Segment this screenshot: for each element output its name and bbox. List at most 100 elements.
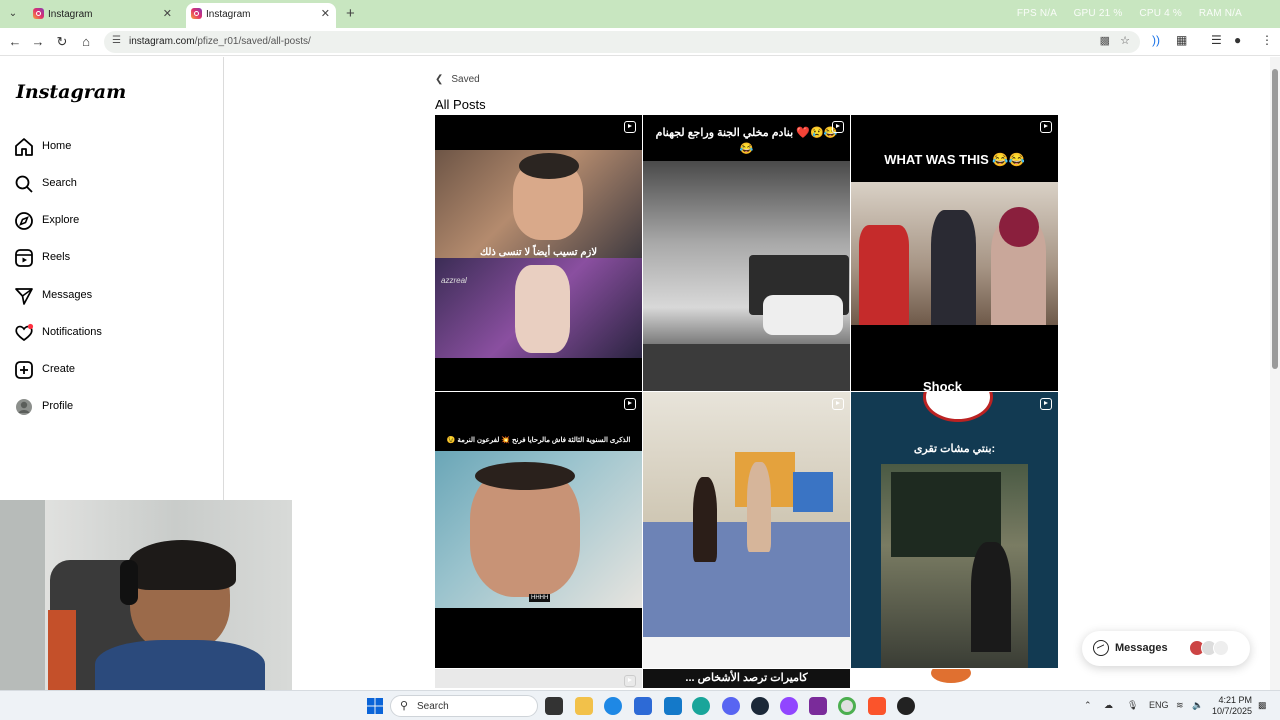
home-icon	[15, 138, 33, 156]
messages-label: Messages	[1115, 642, 1168, 654]
discord-icon[interactable]	[722, 697, 740, 715]
bookmark-star-icon[interactable]: ☆	[1120, 34, 1130, 47]
twitch-icon[interactable]	[780, 697, 798, 715]
browser-toolbar: ← → ↻ ⌂ ☰ instagram.com/pfize_r01/saved/…	[0, 28, 1280, 56]
tab-title: Instagram	[206, 9, 251, 20]
post-caption: بنادم مخلي الجنة وراجع لجهنام ❤️😢😂😂	[655, 127, 838, 155]
page-title: All Posts	[435, 97, 486, 112]
microphone-icon[interactable]: 🎙	[1127, 700, 1138, 711]
chevron-up-icon[interactable]: ⌃	[1084, 700, 1092, 711]
close-tab-icon[interactable]: ✕	[163, 7, 172, 20]
sidebar-item-profile[interactable]: Profile	[14, 394, 204, 422]
install-app-icon[interactable]: ▩	[1100, 34, 1110, 47]
obs-icon[interactable]	[897, 697, 915, 715]
webcam-overlay	[0, 500, 292, 690]
sidebar-item-home[interactable]: Home	[14, 134, 204, 162]
extension-icon[interactable]: ))	[1152, 33, 1160, 47]
post-tile[interactable]: WHAT WAS THIS 😂😂 Shock	[851, 115, 1058, 391]
scrollbar-thumb[interactable]	[1272, 69, 1278, 369]
reload-icon[interactable]: ↻	[53, 33, 71, 51]
store-icon[interactable]	[634, 697, 652, 715]
heart-icon	[15, 323, 34, 342]
post-tile[interactable]	[643, 392, 850, 668]
sidebar-item-notifications[interactable]: Notifications	[14, 320, 204, 348]
sidebar-item-label: Messages	[42, 289, 93, 301]
site-info-icon[interactable]: ☰	[112, 35, 121, 46]
reel-icon	[624, 398, 636, 410]
sidebar-item-label: Create	[42, 363, 76, 375]
gpu-readout: GPU 21 %	[1073, 8, 1123, 19]
volume-icon[interactable]: 🔈	[1192, 700, 1203, 711]
home-browser-icon[interactable]: ⌂	[77, 33, 95, 51]
close-tab-icon[interactable]: ✕	[321, 7, 330, 20]
post-tile[interactable]	[851, 669, 1058, 688]
post-tile[interactable]: بنتي مشات تقرى:	[851, 392, 1058, 668]
network-status-icon[interactable]: ☁	[1104, 700, 1113, 711]
chrome-icon[interactable]	[838, 697, 856, 715]
performance-overlay: FPS N/A GPU 21 % CPU 4 % RAM N/A	[1003, 8, 1242, 19]
clock-date: 10/7/2025	[1211, 706, 1252, 716]
windows-taskbar: ⚲ Search ⌃ ☁ 🎙 ENG ≋ 🔈 4:21 PM 10/7/2025…	[0, 690, 1280, 720]
browser-tab-strip: ⌄ Instagram ✕ Instagram ✕ + FPS N/A GPU …	[0, 0, 1280, 28]
app-icon[interactable]	[809, 697, 827, 715]
page-scrollbar[interactable]	[1270, 57, 1280, 697]
tab-search-dropdown[interactable]: ⌄	[4, 5, 22, 23]
taskbar-search-label: Search	[417, 701, 449, 712]
new-tab-button[interactable]: +	[346, 5, 355, 22]
post-tile[interactable]: 😉 الذكرى السنوية الثالثة فاش مالرحايا فر…	[435, 392, 642, 668]
system-clock[interactable]: 4:21 PM 10/7/2025	[1212, 695, 1252, 717]
instagram-favicon-icon	[191, 8, 202, 19]
wifi-icon[interactable]: ≋	[1176, 700, 1184, 711]
language-indicator[interactable]: ENG	[1149, 700, 1169, 710]
puzzle-extensions-icon[interactable]: ▦	[1176, 33, 1187, 47]
forward-arrow-icon[interactable]: →	[29, 33, 47, 51]
sidebar-item-create[interactable]: Create	[14, 357, 204, 385]
post-caption: لازم تسيب أيضاً لا تنسى ذلك	[479, 247, 598, 258]
file-explorer-icon[interactable]	[575, 697, 593, 715]
cpu-readout: CPU 4 %	[1139, 8, 1182, 19]
browser-tab[interactable]: Instagram ✕	[28, 3, 178, 28]
brave-icon[interactable]	[868, 697, 886, 715]
notification-bell-icon[interactable]: ▩	[1258, 700, 1267, 711]
task-view-icon[interactable]	[545, 697, 563, 715]
reel-icon	[832, 398, 844, 410]
browser-tab-active[interactable]: Instagram ✕	[186, 3, 336, 28]
back-to-saved-link[interactable]: ❮ Saved	[435, 74, 480, 85]
post-caption: 😉 الذكرى السنوية الثالثة فاش مالرحايا فر…	[446, 437, 631, 444]
sidebar-item-messages[interactable]: Messages	[14, 283, 204, 311]
sidebar-item-label: Home	[42, 140, 72, 152]
address-bar[interactable]: ☰ instagram.com/pfize_r01/saved/all-post…	[104, 31, 1140, 53]
sidebar-item-label: Notifications	[42, 326, 102, 338]
sidebar-item-reels[interactable]: Reels	[14, 245, 204, 273]
search-icon	[15, 175, 33, 193]
reel-icon	[1040, 121, 1052, 133]
edge-icon[interactable]	[604, 697, 622, 715]
steam-icon[interactable]	[751, 697, 769, 715]
post-tile[interactable]: لازم تسيب أيضاً لا تنسى ذلك azzreal	[435, 115, 642, 391]
plus-square-icon	[15, 361, 33, 379]
app-icon[interactable]	[664, 697, 682, 715]
taskbar-search-box[interactable]: ⚲ Search	[390, 695, 538, 717]
messenger-icon	[1093, 640, 1109, 656]
sidebar-item-explore[interactable]: Explore	[14, 208, 204, 236]
profile-avatar-icon[interactable]: ●	[1234, 33, 1241, 47]
post-tile[interactable]: بنادم مخلي الجنة وراجع لجهنام ❤️😢😂😂	[643, 115, 850, 391]
post-tile[interactable]: ... كاميرات ترصد الأشخاص	[643, 669, 850, 688]
media-controls-icon[interactable]: ☰	[1211, 33, 1222, 47]
avatar-icon	[16, 399, 32, 415]
chevron-left-icon: ❮	[435, 74, 444, 85]
browser-menu-icon[interactable]: ⋮	[1261, 33, 1273, 47]
reel-icon	[624, 121, 636, 133]
back-link-label: Saved	[451, 74, 480, 85]
post-tile[interactable]	[435, 669, 642, 688]
url-text[interactable]: instagram.com/pfize_r01/saved/all-posts/	[129, 36, 311, 47]
app-icon[interactable]	[692, 697, 710, 715]
avatar	[1213, 640, 1229, 656]
sidebar-item-label: Reels	[42, 251, 71, 263]
instagram-logo[interactable]: Instagram	[16, 81, 126, 103]
post-caption: ... كاميرات ترصد الأشخاص	[685, 672, 808, 684]
windows-start-icon[interactable]	[367, 698, 383, 714]
back-arrow-icon[interactable]: ←	[6, 33, 24, 51]
sidebar-item-search[interactable]: Search	[14, 171, 204, 199]
messages-floating-button[interactable]: Messages	[1082, 631, 1250, 666]
